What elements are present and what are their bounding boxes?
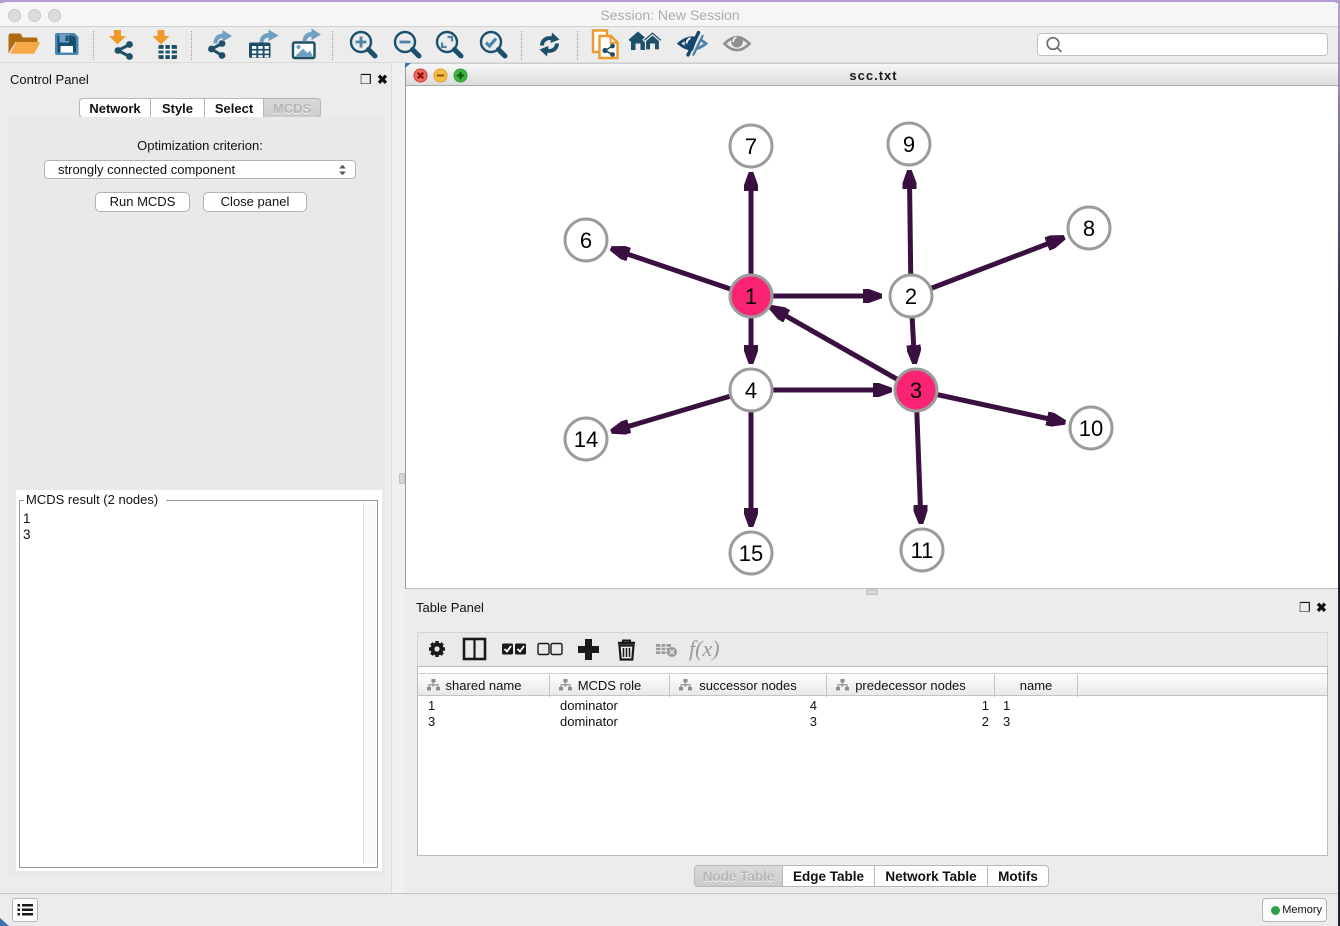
svg-text:6: 6 [580, 228, 592, 253]
svg-text:3: 3 [910, 378, 922, 403]
svg-text:10: 10 [1079, 416, 1103, 441]
svg-text:2: 2 [905, 284, 917, 309]
svg-text:1: 1 [745, 284, 757, 309]
svg-text:15: 15 [739, 541, 763, 566]
svg-text:f(x): f(x) [689, 636, 720, 661]
svg-text:14: 14 [574, 427, 598, 452]
svg-text:7: 7 [745, 134, 757, 159]
svg-text:11: 11 [911, 538, 934, 563]
svg-text:9: 9 [903, 132, 915, 157]
svg-text:8: 8 [1083, 216, 1095, 241]
svg-text:4: 4 [745, 378, 757, 403]
